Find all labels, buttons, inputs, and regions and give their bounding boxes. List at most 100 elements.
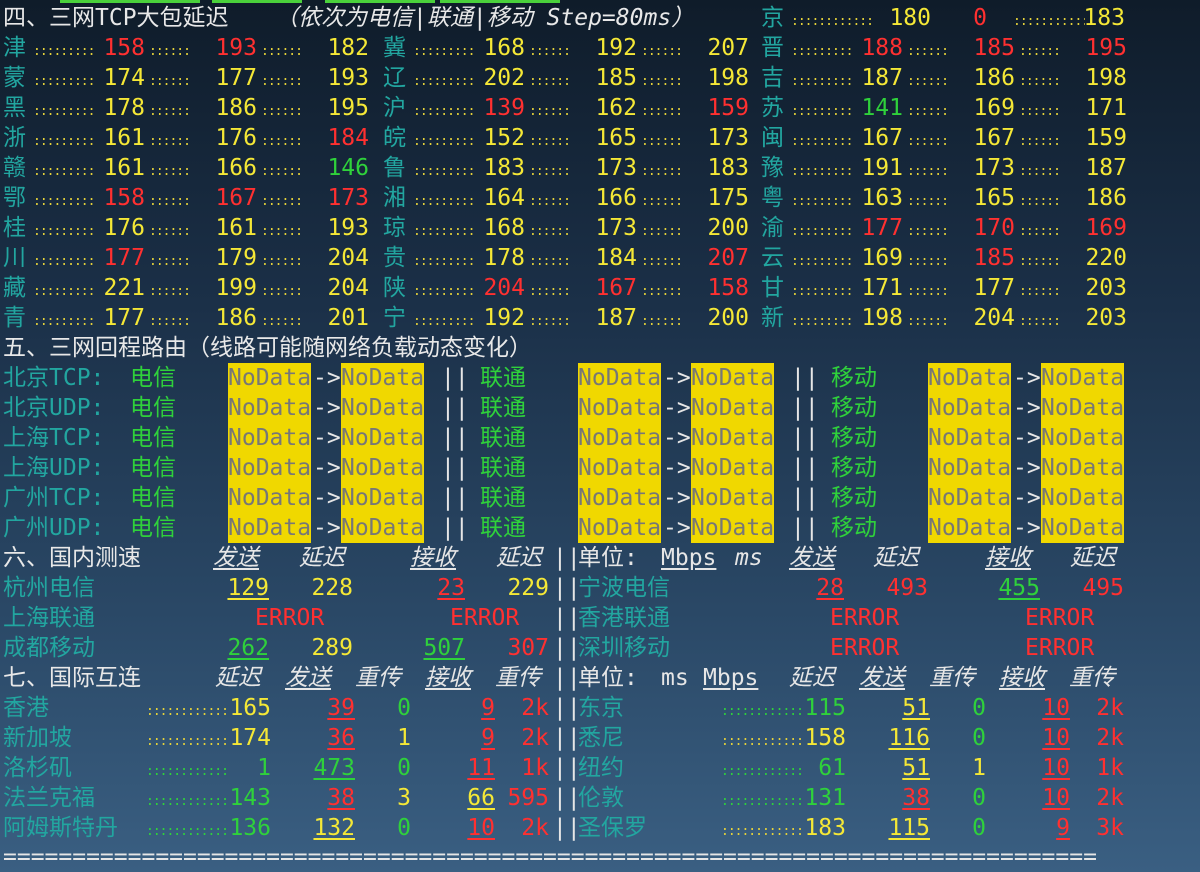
- latency-telecom: 141: [861, 95, 903, 121]
- region-label: 鄂: [3, 185, 26, 211]
- col-retx: 重传: [495, 665, 541, 691]
- route-to: NoData: [1041, 483, 1125, 513]
- route-from: NoData: [578, 453, 662, 483]
- route-to: NoData: [341, 513, 425, 543]
- latency-unicom: 204: [973, 305, 1015, 331]
- region-label: 川: [3, 245, 26, 271]
- col-latency: 延迟: [789, 665, 835, 691]
- latency: 165: [229, 695, 271, 721]
- route-from: NoData: [228, 513, 312, 543]
- isp-mobile: 移动: [831, 395, 877, 421]
- dot-filler: :::::::::::::::::::::::::: [149, 74, 193, 89]
- route-from: NoData: [228, 423, 312, 453]
- dot-filler: :::::::::::::::::::::::::: [791, 74, 851, 89]
- route-label: 北京UDP:: [3, 395, 105, 421]
- route-from: NoData: [928, 363, 1012, 393]
- col-sep: ||: [553, 815, 581, 841]
- dot-filler: :::::::::::::::::::::::::: [33, 104, 93, 119]
- recv-retx: 3k: [1096, 815, 1124, 841]
- latency-telecom: 178: [103, 95, 145, 121]
- dot-filler: :::::::::::::::::::::::::: [907, 164, 951, 179]
- dot-filler: :::::::::::::::::::::::::: [413, 224, 473, 239]
- col-sep: ||: [553, 605, 581, 631]
- recv-error: ERROR: [1025, 605, 1095, 631]
- isp-unicom: 联通: [480, 515, 526, 541]
- unit-label: 单位:: [578, 545, 638, 571]
- latency-mobile: 201: [327, 305, 369, 331]
- region-label: 青: [3, 305, 26, 331]
- route-arrow: ->: [663, 515, 691, 541]
- latency-mobile: 195: [1085, 35, 1127, 61]
- dot-filler: :::::::::::::::::::::::::: [261, 74, 305, 89]
- col-latency: 延迟: [1070, 545, 1116, 571]
- send-retx: 0: [397, 755, 411, 781]
- route-arrow: ->: [313, 395, 341, 421]
- dot-filler: :::::::::::::::::::::::::: [149, 104, 193, 119]
- send-retx: 1: [972, 755, 986, 781]
- route-arrow: ->: [313, 455, 341, 481]
- latency-mobile: 183: [1083, 5, 1125, 31]
- latency-telecom: 192: [483, 305, 525, 331]
- route-sep: ||: [791, 485, 819, 511]
- site-name: 宁波电信: [578, 575, 670, 601]
- latency-telecom: 191: [861, 155, 903, 181]
- col-retx: 重传: [1069, 665, 1115, 691]
- isp-unicom: 联通: [480, 455, 526, 481]
- region-label: 沪: [383, 95, 406, 121]
- dot-filler: :::::::::::::::::::::::::: [641, 254, 685, 269]
- send-speed: 129: [227, 575, 269, 601]
- col-recv: 接收: [425, 665, 471, 691]
- latency-telecom: 174: [103, 65, 145, 91]
- dot-filler: :::::::::::::::::::::::::: [1019, 254, 1063, 269]
- latency-telecom: 202: [483, 65, 525, 91]
- isp-mobile: 移动: [831, 455, 877, 481]
- route-sep: ||: [791, 515, 819, 541]
- isp-telecom: 电信: [130, 395, 176, 421]
- dot-filler: :::::::::::::::::::::::::: [791, 314, 851, 329]
- route-label: 北京TCP:: [3, 365, 105, 391]
- dot-filler: :::::::::::::::::::::::::: [529, 254, 573, 269]
- site-name: 杭州电信: [3, 575, 95, 601]
- region-label: 云: [761, 245, 784, 271]
- dot-filler: :::::::::::::::::::::::::: [1019, 284, 1063, 299]
- route-from: NoData: [928, 453, 1012, 483]
- latency-mobile: 204: [327, 245, 369, 271]
- region-label: 甘: [761, 275, 784, 301]
- route-sep: ||: [441, 485, 469, 511]
- latency-telecom: 176: [103, 215, 145, 241]
- dot-filler: :::::::::::::::::::::::::: [33, 194, 93, 209]
- latency: 143: [229, 785, 271, 811]
- recv-retx: 2k: [1096, 785, 1124, 811]
- dot-filler: :::::::::::::::::::::::::: [529, 194, 573, 209]
- route-to: NoData: [1041, 423, 1125, 453]
- route-arrow: ->: [1013, 395, 1041, 421]
- recv-retx: 2k: [521, 815, 549, 841]
- region-label: 黑: [3, 95, 26, 121]
- recv-speed: 23: [437, 575, 465, 601]
- dot-filler: :::::::::::::::::::::::::: [149, 194, 193, 209]
- latency-mobile: 184: [327, 125, 369, 151]
- route-from: NoData: [578, 423, 662, 453]
- site-name: 上海联通: [3, 605, 95, 631]
- route-sep: ||: [441, 455, 469, 481]
- isp-telecom: 电信: [130, 515, 176, 541]
- route-sep: ||: [441, 425, 469, 451]
- latency: 174: [229, 725, 271, 751]
- site-name: 圣保罗: [578, 815, 647, 841]
- latency-mobile: 195: [327, 95, 369, 121]
- latency: 1: [257, 755, 271, 781]
- latency-unicom: 185: [973, 245, 1015, 271]
- dot-filler: :::::::::::::::::::::::::: [33, 74, 93, 89]
- col-send: 发送: [285, 665, 331, 691]
- dot-filler: :::::::::::::::::::::::::: [149, 134, 193, 149]
- recv-error: ERROR: [450, 605, 520, 631]
- region-label: 鲁: [383, 155, 406, 181]
- recv-retx: 2k: [521, 725, 549, 751]
- latency: 131: [804, 785, 846, 811]
- route-arrow: ->: [1013, 485, 1041, 511]
- region-label: 蒙: [3, 65, 26, 91]
- recv-error: ERROR: [1025, 635, 1095, 661]
- route-from: NoData: [228, 363, 312, 393]
- recv-speed: 455: [998, 575, 1040, 601]
- route-sep: ||: [441, 515, 469, 541]
